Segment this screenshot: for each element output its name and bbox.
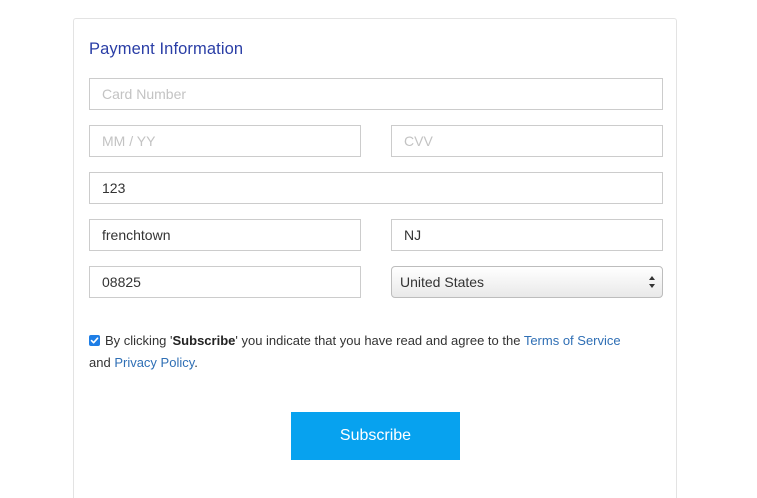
payment-title: Payment Information [89,40,244,58]
privacy-policy-link[interactable]: Privacy Policy [114,355,194,370]
select-arrows-icon [649,276,655,288]
agree-and: and [89,355,115,370]
agree-prefix: By clicking ' [105,333,173,348]
cvv-input[interactable] [391,125,663,157]
subscribe-button[interactable]: Subscribe [291,412,460,460]
agree-suffix: . [194,355,198,370]
state-input[interactable] [391,219,663,251]
city-input[interactable] [89,219,361,251]
payment-card: Payment Information United States By cli… [73,18,677,498]
agree-checkbox[interactable] [89,335,100,346]
terms-of-service-link[interactable]: Terms of Service [524,333,621,348]
zip-input[interactable] [89,266,361,298]
agree-middle: ' you indicate that you have read and ag… [235,333,524,348]
country-select-value: United States [400,274,485,290]
checkmark-icon [90,337,99,344]
country-select[interactable]: United States [391,266,663,298]
address-input[interactable] [89,172,663,204]
agree-bold-subscribe: Subscribe [172,333,236,348]
expiry-input[interactable] [89,125,361,157]
agreement-text: By clicking 'Subscribe' you indicate tha… [89,330,659,374]
card-number-input[interactable] [89,78,663,110]
